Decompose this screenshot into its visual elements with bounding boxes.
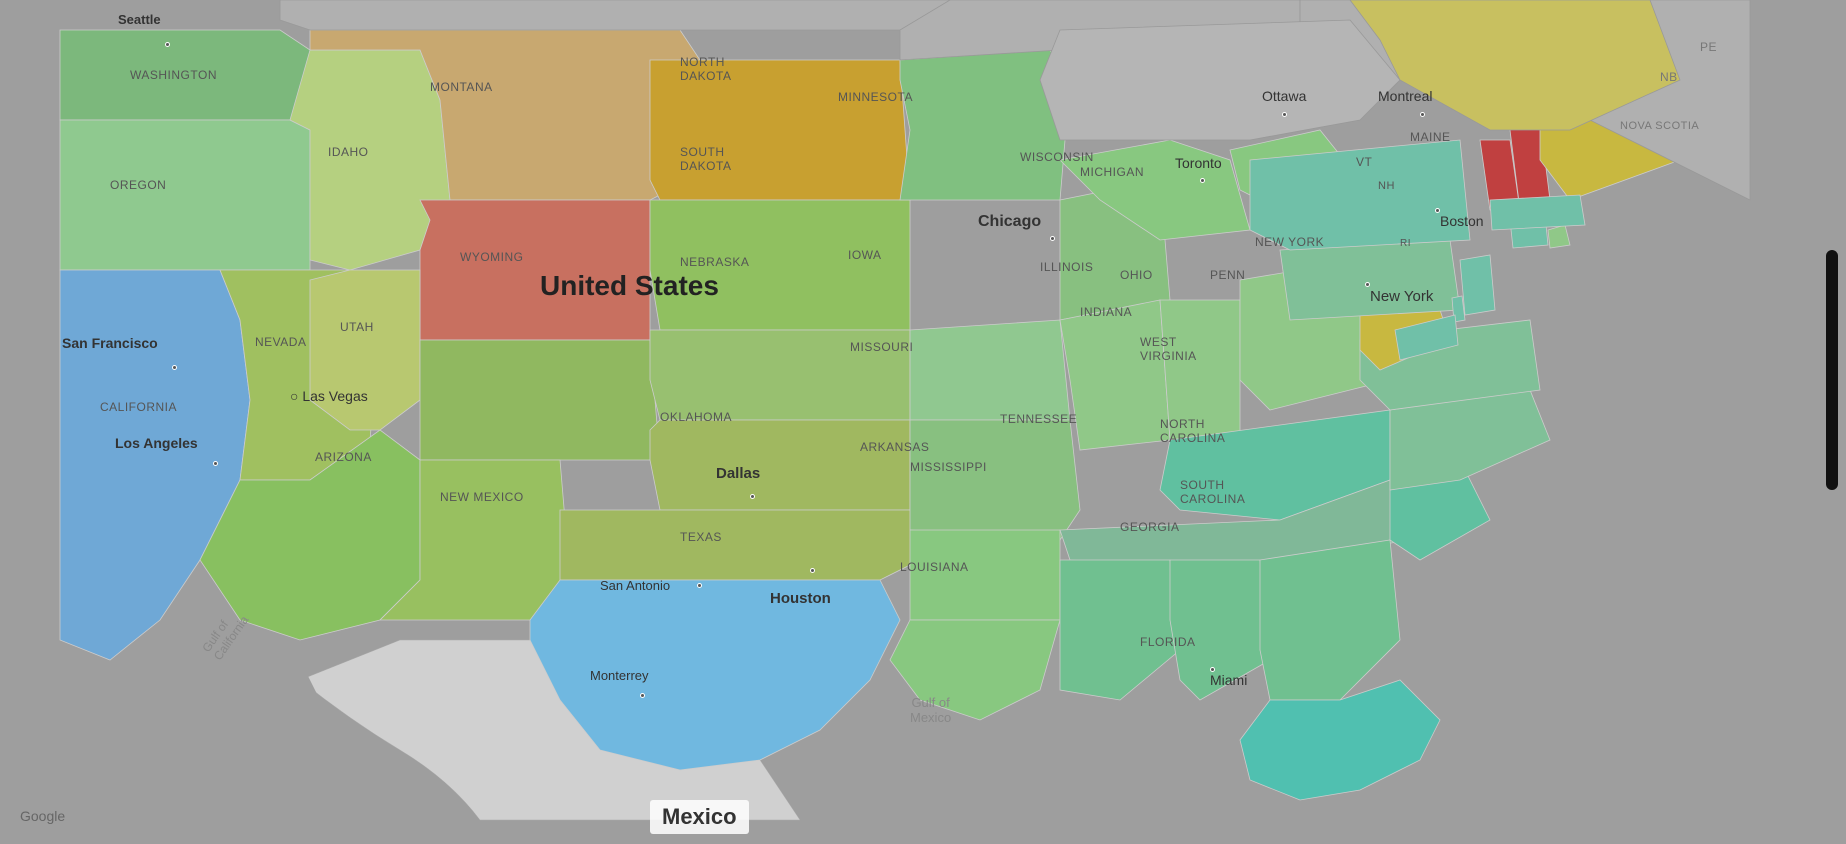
city-ottawa: Ottawa: [1262, 88, 1306, 104]
city-dot-houston: [810, 568, 815, 573]
state-label-oh: OHIO: [1120, 268, 1153, 282]
state-label-wi: WISCONSIN: [1020, 150, 1094, 164]
state-label-ga: GEORGIA: [1120, 520, 1180, 534]
state-label-or: OREGON: [110, 178, 166, 192]
state-label-ne: NEBRASKA: [680, 255, 749, 269]
city-dot-san-antonio: [697, 583, 702, 588]
state-label-wv: WESTVIRGINIA: [1140, 335, 1197, 363]
map-container[interactable]: United States WASHINGTON OREGON CALIFORN…: [0, 0, 1846, 844]
province-label-ns: NOVA SCOTIA: [1620, 120, 1699, 132]
state-label-wa: WASHINGTON: [130, 68, 217, 82]
city-lv: ○ Las Vegas: [290, 388, 368, 404]
city-monterrey: Monterrey: [590, 668, 649, 683]
city-dot-monterrey: [640, 693, 645, 698]
city-dot-toronto: [1200, 178, 1205, 183]
state-label-ok: OKLAHOMA: [660, 410, 732, 424]
city-dot-dallas: [750, 494, 755, 499]
state-label-nm: NEW MEXICO: [440, 490, 524, 504]
city-la: Los Angeles: [115, 435, 198, 451]
city-dallas: Dallas: [716, 465, 760, 482]
state-label-me: MAINE: [1410, 130, 1451, 144]
state-label-tx: TEXAS: [680, 530, 722, 544]
city-houston: Houston: [770, 590, 831, 607]
city-toronto: Toronto: [1175, 155, 1222, 171]
city-sf: San Francisco: [62, 335, 158, 351]
city-ny: New York: [1370, 288, 1433, 305]
state-label-fl: FLORIDA: [1140, 635, 1196, 649]
scrollbar-pill[interactable]: [1826, 250, 1838, 490]
province-label-nb: NB: [1660, 70, 1678, 84]
city-dot-boston: [1435, 208, 1440, 213]
city-dot-seattle: [165, 42, 170, 47]
state-label-ms: MISSISSIPPI: [910, 460, 987, 474]
state-label-ny: NEW YORK: [1255, 235, 1324, 249]
city-seattle: Seattle: [118, 12, 161, 27]
city-boston: Boston: [1440, 213, 1484, 229]
city-montreal: Montreal: [1378, 88, 1432, 104]
city-miami: Miami: [1210, 672, 1247, 688]
state-label-nd: NORTHDAKOTA: [680, 55, 731, 83]
city-dot-sf: [172, 365, 177, 370]
state-label-nh: NH: [1378, 180, 1395, 192]
state-label-pa: PENN: [1210, 268, 1245, 282]
state-label-ut: UTAH: [340, 320, 374, 334]
state-label-vt: VT: [1356, 155, 1372, 169]
state-label-sd: SOUTHDAKOTA: [680, 145, 731, 173]
state-label-sc: SOUTHCAROLINA: [1180, 478, 1245, 506]
province-label-pe: PE: [1700, 40, 1717, 54]
state-label-tn: TENNESSEE: [1000, 412, 1077, 426]
city-san-antonio: San Antonio: [600, 578, 670, 593]
state-label-nc: NORTHCAROLINA: [1160, 417, 1225, 445]
state-label-az: ARIZONA: [315, 450, 372, 464]
google-watermark: Google: [20, 808, 65, 824]
city-dot-ny: [1365, 282, 1370, 287]
state-label-nv: NEVADA: [255, 335, 306, 349]
state-label-mt: MONTANA: [430, 80, 493, 94]
state-label-ri: RI: [1400, 238, 1411, 249]
city-dot-ottawa: [1282, 112, 1287, 117]
state-label-in: INDIANA: [1080, 305, 1132, 319]
country-label: United States: [540, 270, 719, 302]
state-label-mo: MISSOURI: [850, 340, 913, 354]
city-dot-la: [213, 461, 218, 466]
city-dot-montreal: [1420, 112, 1425, 117]
gulf-mexico-label: Gulf ofMexico: [910, 695, 951, 725]
state-label-ca: CALIFORNIA: [100, 400, 177, 414]
state-label-mi: MICHIGAN: [1080, 165, 1144, 179]
state-label-ar: ARKANSAS: [860, 440, 929, 454]
state-label-mn: MINNESOTA: [838, 90, 913, 104]
state-label-la: LOUISIANA: [900, 560, 969, 574]
city-dot-chicago: [1050, 236, 1055, 241]
state-label-ia: IOWA: [848, 248, 882, 262]
city-chicago: Chicago: [978, 213, 1041, 231]
mexico-label: Mexico: [650, 800, 749, 834]
state-label-wy: WYOMING: [460, 250, 524, 264]
state-label-id: IDAHO: [328, 145, 369, 159]
city-dot-miami: [1210, 667, 1215, 672]
state-label-il: ILLINOIS: [1040, 260, 1093, 274]
